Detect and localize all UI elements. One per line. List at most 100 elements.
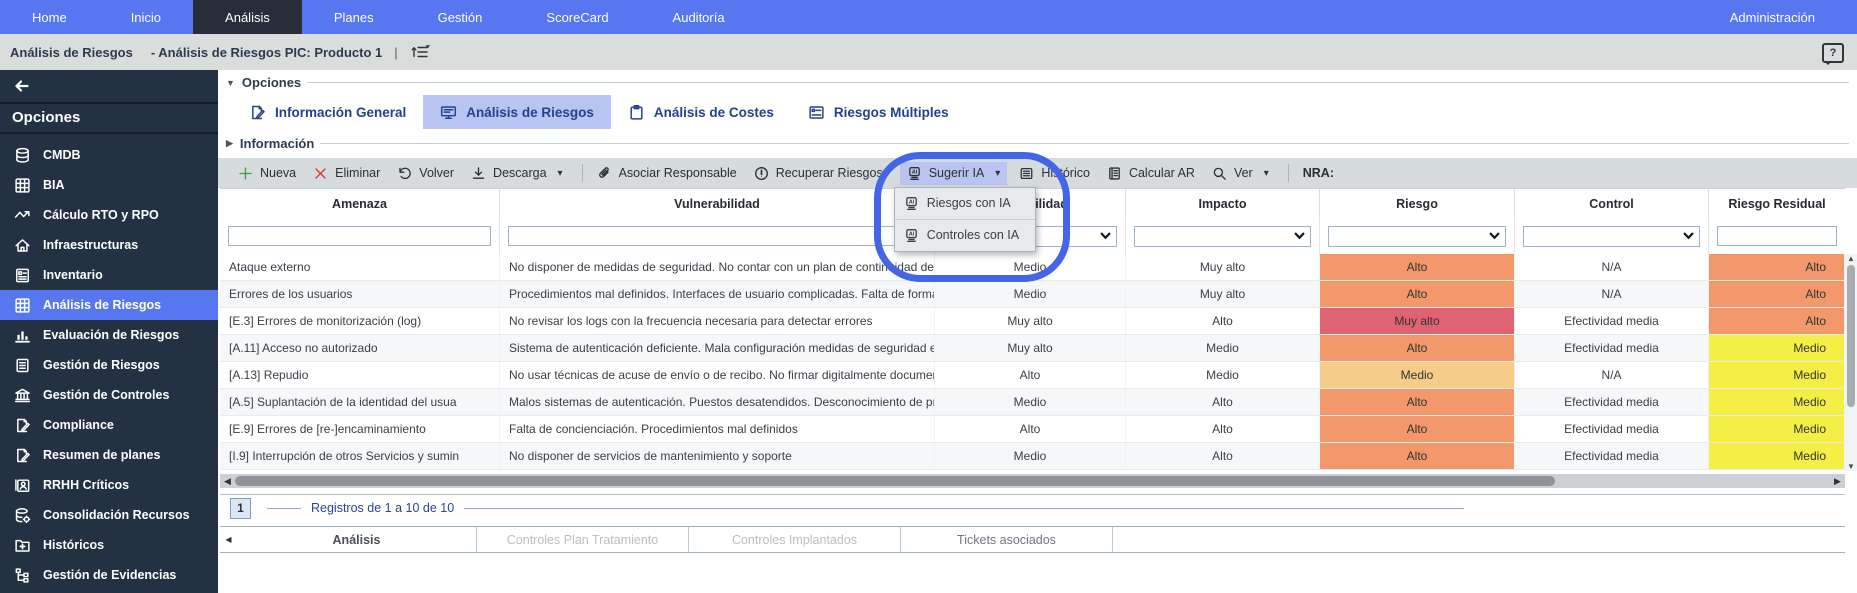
sidebar-item-rrhh-criticos[interactable]: RRHH Críticos (0, 470, 218, 500)
vertical-scrollbar[interactable]: ▲ ▼ (1845, 254, 1857, 471)
main-content: ▼ Opciones Información GeneralAnálisis d… (218, 70, 1857, 593)
back-arrow-icon (12, 78, 31, 94)
vertical-scrollbar-thumb[interactable] (1847, 265, 1855, 407)
tab-riesgos-multiples[interactable]: Riesgos Múltiples (791, 95, 966, 129)
menu-item-controles-con-ia[interactable]: AIControles con IA (895, 219, 1035, 251)
risk-level-badge: Alto (1320, 335, 1514, 361)
sidebar-item-gestion-de-evidencias[interactable]: Gestión de Evidencias (0, 560, 218, 590)
bottom-tab-controles-plan-tratamiento[interactable]: Controles Plan Tratamiento (477, 527, 689, 552)
table-row-5[interactable]: [A.13] RepudioNo usar técnicas de acuse … (220, 362, 1845, 389)
help-icon[interactable]: ? (1822, 43, 1844, 63)
ver-button[interactable]: Ver▾ (1212, 166, 1269, 181)
bottom-tab-analisis[interactable]: Análisis (237, 527, 477, 552)
filter-cell-amenaza (220, 218, 500, 254)
nav-item-auditoria[interactable]: Auditoría (641, 0, 757, 34)
historico-button[interactable]: Histórico (1019, 166, 1090, 181)
filter-input-amenaza[interactable] (228, 226, 491, 246)
table-row-4[interactable]: [A.11] Acceso no autorizadoSistema de au… (220, 335, 1845, 362)
page-number-button[interactable]: 1 (230, 498, 251, 519)
filter-input-vulnerabilidad[interactable] (508, 226, 926, 246)
sidebar-item-infraestructuras[interactable]: Infraestructuras (0, 230, 218, 260)
filter-cell-riesgo-residual (1709, 218, 1845, 254)
horizontal-scrollbar-thumb[interactable] (235, 476, 1555, 486)
nav-item-planes[interactable]: Planes (302, 0, 406, 34)
section-header-opciones[interactable]: ▼ Opciones (226, 75, 1849, 90)
horizontal-scrollbar[interactable]: ◀ ▶ (220, 474, 1845, 488)
descarga-button[interactable]: Descarga▾ (471, 166, 563, 181)
nueva-button[interactable]: Nueva (238, 166, 296, 181)
sorted-list-icon[interactable] (410, 44, 432, 60)
calcular-ar-button[interactable]: Calcular AR (1107, 166, 1195, 181)
nav-item-administracion[interactable]: Administración (1698, 0, 1847, 34)
breadcrumb-section[interactable]: Análisis de Riesgos (10, 45, 133, 60)
risk-level-badge: Alto (1320, 443, 1514, 469)
cell-riesgo: Alto (1320, 254, 1515, 280)
sidebar-item-analisis-de-riesgos[interactable]: Análisis de Riesgos (0, 290, 218, 320)
nav-item-scorecard[interactable]: ScoreCard (514, 0, 640, 34)
bottom-tab-controles-implantados[interactable]: Controles Implantados (689, 527, 901, 552)
tab-informacion-general[interactable]: Información General (232, 95, 423, 129)
column-header-vulnerabilidad[interactable]: Vulnerabilidad (500, 189, 935, 219)
cell-impacto: Muy alto (1126, 254, 1320, 280)
sidebar-item-gestion-de-riesgos[interactable]: Gestión de Riesgos (0, 350, 218, 380)
eliminar-button[interactable]: Eliminar (313, 166, 380, 181)
column-header-amenaza[interactable]: Amenaza (220, 189, 500, 219)
menu-item-label: Riesgos con IA (927, 196, 1011, 210)
sidebar-item-inventario[interactable]: Inventario (0, 260, 218, 290)
cell-amenaza: [E.3] Errores de monitorización (log) (220, 308, 500, 334)
cell-riesgo: Muy alto (1320, 308, 1515, 334)
cell-vulnerabilidad: Malos sistemas de autenticación. Puestos… (500, 389, 935, 415)
sidebar-back-button[interactable] (0, 70, 218, 104)
table-row-8[interactable]: [I.9] Interrupción de otros Servicios y … (220, 443, 1845, 470)
table-row-7[interactable]: [E.9] Errores de [re-]encaminamientoFalt… (220, 416, 1845, 443)
table-row-6[interactable]: [A.5] Suplantación de la identidad del u… (220, 389, 1845, 416)
scroll-up-icon[interactable]: ▲ (1847, 254, 1855, 263)
cell-control: Efectividad media (1515, 389, 1709, 415)
nav-item-home[interactable]: Home (0, 0, 99, 34)
table-row-2[interactable]: Errores de los usuariosProcedimientos ma… (220, 281, 1845, 308)
sidebar-item-cmdb[interactable]: CMDB (0, 140, 218, 170)
scroll-down-icon[interactable]: ▼ (1847, 462, 1855, 471)
filter-input-riesgo-residual[interactable] (1717, 226, 1837, 246)
column-header-control[interactable]: Control (1515, 189, 1709, 219)
nav-item-inicio[interactable]: Inicio (99, 0, 193, 34)
nav-item-analisis[interactable]: Análisis (193, 0, 302, 34)
menu-item-riesgos-con-ia[interactable]: AIRiesgos con IA (895, 188, 1035, 219)
filter-select-control[interactable] (1523, 226, 1700, 247)
asociar-responsable-button[interactable]: Asociar Responsable (597, 166, 737, 181)
sidebar-item-calculo-rto-y-rpo[interactable]: Cálculo RTO y RPO (0, 200, 218, 230)
cell-vulnerabilidad: No disponer de servicios de mantenimient… (500, 443, 935, 469)
toolbar: Nueva Eliminar Volver Descarga▾ Asociar Resp… (218, 158, 1857, 188)
chevron-down-icon: ▾ (1264, 168, 1269, 179)
collapse-left-icon[interactable]: ◀ (220, 535, 237, 544)
cell-amenaza: Errores de los usuarios (220, 281, 500, 307)
sidebar-item-gestion-de-controles[interactable]: Gestión de Controles (0, 380, 218, 410)
column-header-riesgo[interactable]: Riesgo (1320, 189, 1515, 219)
sidebar-item-bia[interactable]: BIA (0, 170, 218, 200)
sidebar-item-compliance[interactable]: Compliance (0, 410, 218, 440)
sidebar-item-evaluacion-de-riesgos[interactable]: Evaluación de Riesgos (0, 320, 218, 350)
nav-item-gestion[interactable]: Gestión (406, 0, 515, 34)
scroll-right-icon[interactable]: ▶ (1830, 476, 1845, 487)
cell-control: Efectividad media (1515, 443, 1709, 469)
volver-button[interactable]: Volver (397, 166, 454, 181)
sugerir-ia-button[interactable]: AISugerir IA▾AIRiesgos con IAAIControles… (900, 162, 1008, 185)
toolbar-divider (1288, 164, 1289, 182)
sidebar-item-resumen-de-planes[interactable]: Resumen de planes (0, 440, 218, 470)
filter-select-riesgo[interactable] (1328, 226, 1506, 247)
sidebar-item-consolidacion-recursos[interactable]: Consolidación Recursos (0, 500, 218, 530)
cell-impacto: Medio (1126, 362, 1320, 388)
bottom-tab-tickets-asociados[interactable]: Tickets asociados (901, 527, 1113, 552)
column-header-riesgo-residual[interactable]: Riesgo Residual (1709, 189, 1845, 219)
tab-analisis-de-costes[interactable]: Análisis de Costes (611, 95, 791, 129)
column-header-impacto[interactable]: Impacto (1126, 189, 1320, 219)
scroll-left-icon[interactable]: ◀ (220, 476, 235, 487)
table-row-1[interactable]: Ataque externoNo disponer de medidas de … (220, 254, 1845, 281)
sidebar-item-label: Históricos (43, 538, 104, 552)
table-row-3[interactable]: [E.3] Errores de monitorización (log)No … (220, 308, 1845, 335)
recuperar-riesgos-button[interactable]: Recuperar Riesgos (754, 166, 883, 181)
filter-select-impacto[interactable] (1134, 226, 1311, 247)
tab-analisis-de-riesgos[interactable]: Análisis de Riesgos (423, 95, 611, 129)
section-header-informacion[interactable]: ▶ Información (226, 136, 1849, 151)
sidebar-item-historicos[interactable]: Históricos (0, 530, 218, 560)
